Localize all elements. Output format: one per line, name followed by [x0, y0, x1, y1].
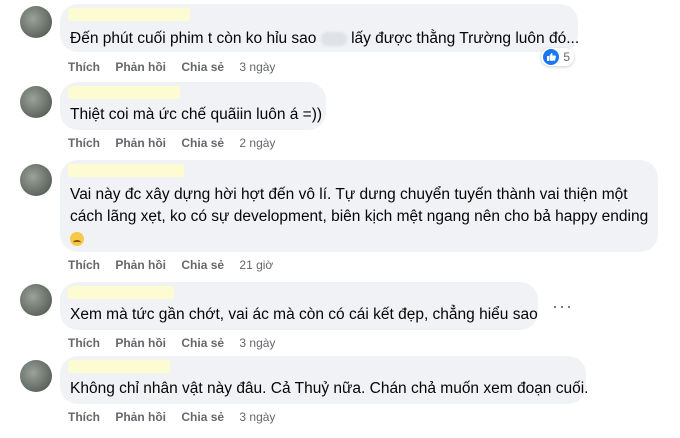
- like-button[interactable]: Thích: [68, 60, 100, 74]
- comment-text: Xem mà tức gần chớt, vai ác mà còn có cá…: [70, 306, 538, 323]
- share-button[interactable]: Chia sẻ: [181, 258, 224, 272]
- comment-text: Không chỉ nhân vật này đâu. Cả Thuỷ nữa.…: [70, 380, 589, 397]
- reply-button[interactable]: Phản hồi: [115, 60, 166, 74]
- blurred-word: [320, 31, 347, 46]
- comment-text: Đến phút cuối phim t còn ko hỉu sao lấy …: [70, 30, 580, 47]
- comment-bubble: Đến phút cuối phim t còn ko hỉu sao lấy …: [60, 4, 580, 52]
- like-button[interactable]: Thích: [68, 410, 100, 424]
- comment-actions: Thích Phản hồi Chia sẻ 21 giờ: [68, 258, 285, 272]
- share-button[interactable]: Chia sẻ: [181, 410, 224, 424]
- comment-actions: Thích Phản hồi Chia sẻ 3 ngày: [68, 336, 287, 350]
- share-button[interactable]: Chia sẻ: [181, 60, 224, 74]
- comment-bubble: Thiệt coi mà ức chế quãiin luôn á =)): [60, 82, 326, 130]
- reply-button[interactable]: Phản hồi: [115, 136, 166, 150]
- comment-text-line-2: cách lãng xẹt, ko có sự development, biê…: [70, 208, 649, 225]
- timestamp[interactable]: 21 giờ: [239, 258, 273, 272]
- timestamp[interactable]: 2 ngày: [239, 136, 275, 150]
- comment-bubble: Vai này đc xây dựng hời hợt đến vô lí. T…: [60, 160, 658, 252]
- like-icon: [543, 49, 560, 65]
- like-button[interactable]: Thích: [68, 336, 100, 350]
- reaction-count[interactable]: 5: [541, 48, 574, 66]
- like-button[interactable]: Thích: [68, 136, 100, 150]
- reply-button[interactable]: Phản hồi: [115, 410, 166, 424]
- timestamp[interactable]: 3 ngày: [239, 60, 275, 74]
- comment-actions: Thích Phản hồi Chia sẻ 2 ngày: [68, 136, 287, 150]
- timestamp[interactable]: 3 ngày: [239, 336, 275, 350]
- reply-button[interactable]: Phản hồi: [115, 258, 166, 272]
- redacted-author-name: [68, 86, 180, 99]
- reply-button[interactable]: Phản hồi: [115, 336, 166, 350]
- share-button[interactable]: Chia sẻ: [181, 136, 224, 150]
- comment-actions: Thích Phản hồi Chia sẻ 3 ngày: [68, 60, 287, 74]
- comment-text: Thiệt coi mà ức chế quãiin luôn á =)): [70, 106, 323, 123]
- comment-bubble: Xem mà tức gần chớt, vai ác mà còn có cá…: [60, 282, 538, 330]
- comment-actions: Thích Phản hồi Chia sẻ 3 ngày: [68, 410, 287, 424]
- like-button[interactable]: Thích: [68, 258, 100, 272]
- redacted-author-name: [68, 286, 174, 299]
- avatar[interactable]: [20, 284, 52, 316]
- avatar[interactable]: [20, 86, 52, 118]
- share-button[interactable]: Chia sẻ: [181, 336, 224, 350]
- redacted-author-name: [68, 164, 184, 177]
- timestamp[interactable]: 3 ngày: [239, 410, 275, 424]
- avatar[interactable]: [20, 360, 52, 392]
- avatar[interactable]: [20, 164, 52, 196]
- sad-face-emoji-icon: [70, 231, 84, 246]
- comment-bubble: Không chỉ nhân vật này đâu. Cả Thuỷ nữa.…: [60, 356, 589, 404]
- comment-text-line-3: [70, 228, 84, 250]
- redacted-author-name: [68, 360, 170, 373]
- more-options-icon[interactable]: ···: [552, 296, 573, 317]
- avatar[interactable]: [20, 6, 52, 38]
- comment-text-line-1: Vai này đc xây dựng hời hợt đến vô lí. T…: [70, 186, 628, 203]
- redacted-author-name: [68, 8, 190, 21]
